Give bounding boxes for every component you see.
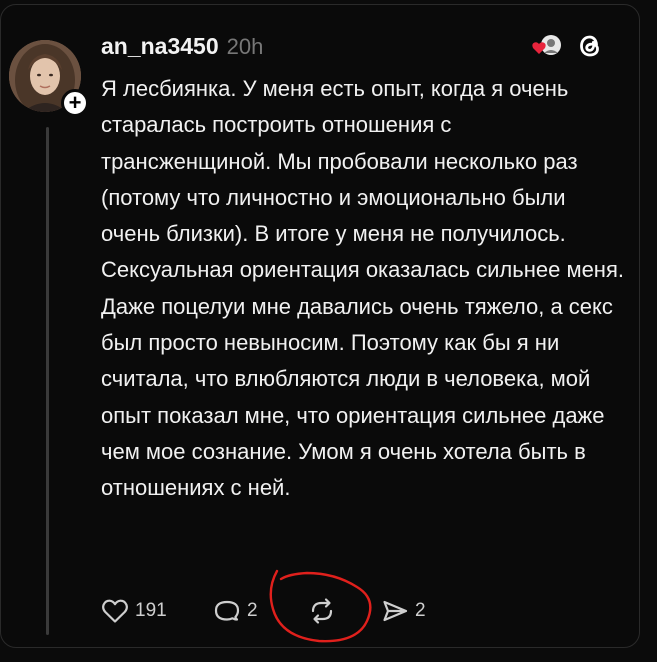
reply-count: 2	[247, 600, 258, 621]
post-body-text: Я лесбиянка. У меня есть опыт, когда я о…	[101, 76, 624, 501]
threads-logo-icon[interactable]	[575, 31, 605, 61]
liked-by-avatar-icon[interactable]	[531, 32, 561, 60]
like-button[interactable]: 191	[101, 598, 213, 624]
post-actions-bar: 191 2 2	[101, 595, 426, 627]
heart-icon	[102, 599, 128, 623]
follow-plus-button[interactable]: +	[61, 89, 89, 117]
header-icons	[531, 31, 605, 61]
thread-connector-line	[46, 127, 49, 635]
share-button[interactable]: 2	[381, 598, 426, 624]
plus-icon: +	[68, 90, 82, 115]
repost-icon	[311, 598, 333, 624]
like-count: 191	[135, 600, 167, 621]
post-timestamp: 20h	[226, 34, 264, 59]
thread-post-card: + an_na3450 20h Я лесбиянка. У меня есть…	[0, 4, 640, 648]
share-count: 2	[415, 600, 426, 621]
repost-button[interactable]	[307, 597, 381, 625]
post-header: an_na3450 20h	[101, 33, 263, 60]
send-icon	[383, 600, 408, 622]
reply-button[interactable]: 2	[213, 597, 307, 625]
comment-icon	[214, 600, 240, 621]
username-link[interactable]: an_na3450	[101, 33, 219, 60]
